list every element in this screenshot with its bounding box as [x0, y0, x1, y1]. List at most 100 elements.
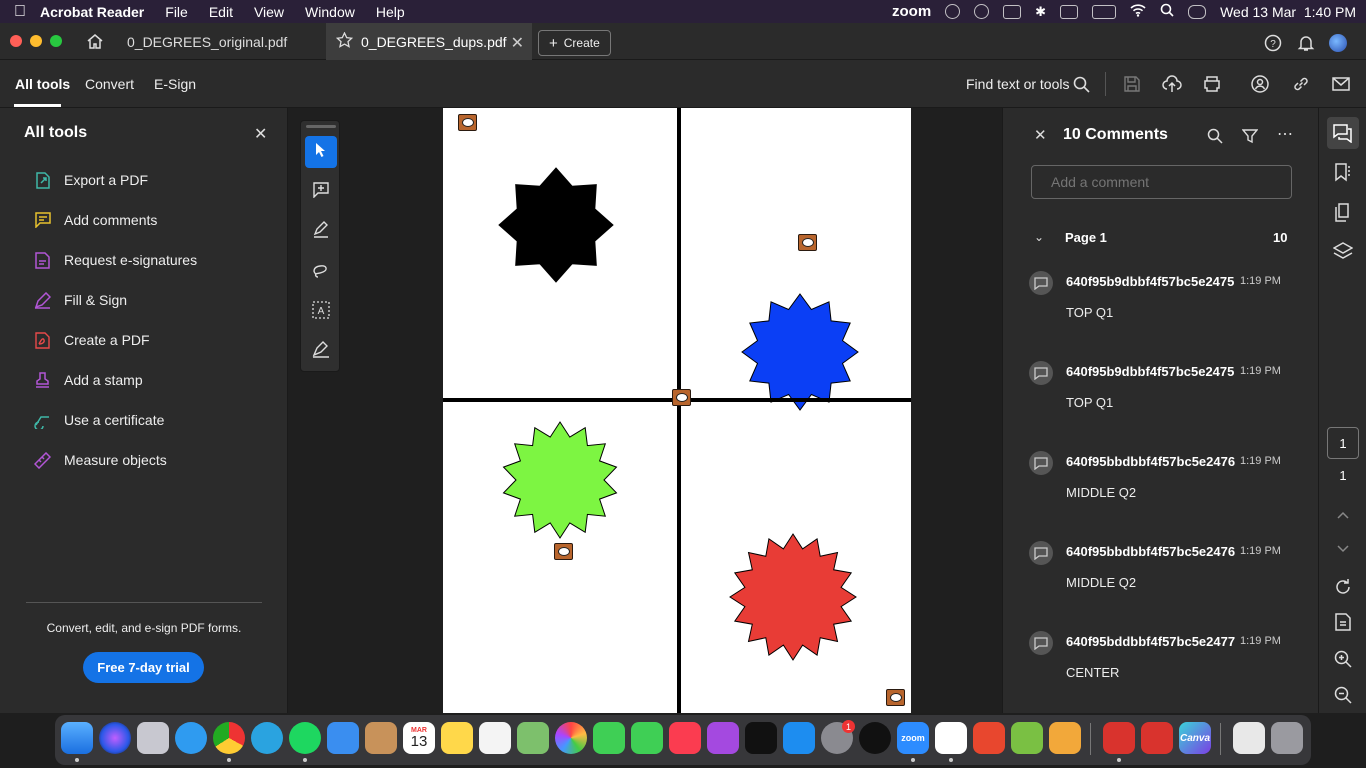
search-icon[interactable]: [1071, 74, 1091, 94]
chevron-down-icon[interactable]: ⌄: [1034, 230, 1044, 244]
share-user-icon[interactable]: [1250, 74, 1270, 94]
wifi-icon[interactable]: [1130, 3, 1146, 20]
tab-all-tools[interactable]: All tools: [15, 76, 70, 92]
calendar-icon[interactable]: MAR 13: [403, 722, 435, 754]
siri-icon[interactable]: [99, 722, 131, 754]
control-center-icon[interactable]: [1188, 4, 1207, 19]
spotify-icon[interactable]: [289, 722, 321, 754]
create-button[interactable]: + Create: [538, 30, 611, 56]
comment-marker[interactable]: [554, 543, 573, 560]
menu-app-name[interactable]: Acrobat Reader: [40, 4, 144, 20]
acrobat-icon[interactable]: [1141, 722, 1173, 754]
safari-icon[interactable]: [175, 722, 207, 754]
spotlight-search-icon[interactable]: [1160, 3, 1174, 20]
airplay-icon[interactable]: [1003, 4, 1022, 19]
comments-page-label[interactable]: Page 1: [1065, 230, 1107, 245]
highlight-tool-button[interactable]: [305, 216, 337, 248]
p-app-icon[interactable]: [1011, 722, 1043, 754]
bookmarks-icon[interactable]: [1333, 162, 1353, 182]
menu-window[interactable]: Window: [305, 4, 355, 20]
zoom-status-label[interactable]: zoom: [892, 3, 931, 20]
free-trial-button[interactable]: Free 7-day trial: [83, 652, 204, 683]
more-options-icon[interactable]: ⋯: [1276, 125, 1294, 143]
finder-icon[interactable]: [61, 722, 93, 754]
comment-marker[interactable]: [798, 234, 817, 251]
close-panel-icon[interactable]: ✕: [254, 124, 267, 144]
trash-icon[interactable]: [1271, 722, 1303, 754]
tab-original-pdf[interactable]: 0_DEGREES_original.pdf: [116, 23, 326, 60]
slack-icon[interactable]: [935, 722, 967, 754]
zoom-out-icon[interactable]: [1333, 685, 1353, 705]
tool-measure-objects[interactable]: Measure objects: [34, 450, 167, 470]
chevron-down-icon[interactable]: [1333, 539, 1353, 559]
music-icon[interactable]: [669, 722, 701, 754]
page-fit-icon[interactable]: [1333, 612, 1353, 632]
downloads-stack-icon[interactable]: [1233, 722, 1265, 754]
pdf-page[interactable]: [443, 108, 911, 713]
menu-help[interactable]: Help: [376, 4, 405, 20]
email-icon[interactable]: [1331, 74, 1351, 94]
tool-create-pdf[interactable]: Create a PDF: [34, 330, 150, 350]
t-app-icon[interactable]: [973, 722, 1005, 754]
upload-cloud-icon[interactable]: [1162, 74, 1182, 94]
comments-rail-icon[interactable]: [1333, 123, 1353, 143]
zoom-app-icon[interactable]: zoom: [897, 722, 929, 754]
comment-marker[interactable]: [886, 689, 905, 706]
tab-esign[interactable]: E-Sign: [154, 76, 196, 92]
current-page-field[interactable]: 1: [1327, 427, 1359, 459]
acrobat-reader-icon[interactable]: [1103, 722, 1135, 754]
select-tool-button[interactable]: [305, 136, 337, 168]
mail-icon[interactable]: [327, 722, 359, 754]
notifications-bell-icon[interactable]: [1297, 34, 1315, 57]
notes-icon[interactable]: [441, 722, 473, 754]
canva-icon[interactable]: Canva: [1179, 722, 1211, 754]
s-app-icon[interactable]: [1049, 722, 1081, 754]
tab-convert[interactable]: Convert: [85, 76, 134, 92]
photos-icon[interactable]: [555, 722, 587, 754]
app-store-icon[interactable]: [783, 722, 815, 754]
print-icon[interactable]: [1202, 74, 1222, 94]
comment-item[interactable]: 640f95b9dbbf4f57bc5e2475 1:19 PM TOP Q1: [1029, 271, 1309, 351]
star-icon[interactable]: [335, 31, 354, 51]
tool-use-certificate[interactable]: Use a certificate: [34, 410, 164, 430]
rotate-icon[interactable]: [1333, 577, 1353, 597]
draw-tool-button[interactable]: [305, 256, 337, 288]
apple-menu-icon[interactable]: : [0, 3, 40, 21]
sign-tool-button[interactable]: [305, 336, 337, 368]
menu-view[interactable]: View: [254, 4, 284, 20]
drag-handle[interactable]: [306, 125, 336, 128]
link-icon[interactable]: [1291, 74, 1311, 94]
tool-add-stamp[interactable]: Add a stamp: [34, 370, 143, 390]
tool-request-esignatures[interactable]: Request e-signatures: [34, 250, 197, 270]
zoom-in-icon[interactable]: [1333, 649, 1353, 669]
telegram-icon[interactable]: [251, 722, 283, 754]
comment-item[interactable]: 640f95b9dbbf4f57bc5e2475 1:19 PM TOP Q1: [1029, 361, 1309, 441]
filter-icon[interactable]: [1241, 127, 1259, 145]
home-icon[interactable]: [86, 33, 104, 55]
user-avatar[interactable]: [1329, 34, 1347, 52]
find-text-label[interactable]: Find text or tools: [966, 76, 1070, 92]
comment-marker[interactable]: [672, 389, 691, 406]
layers-icon[interactable]: [1333, 241, 1353, 261]
reminders-icon[interactable]: [479, 722, 511, 754]
window-zoom-button[interactable]: [50, 35, 62, 47]
battery-icon[interactable]: [1092, 4, 1117, 19]
menubar-datetime[interactable]: Wed 13 Mar 1:40 PM: [1220, 4, 1356, 20]
maps-icon[interactable]: [517, 722, 549, 754]
keyboard-icon[interactable]: [1060, 4, 1079, 19]
tool-add-comments[interactable]: Add comments: [34, 210, 157, 230]
add-comment-tool-button[interactable]: [305, 176, 337, 208]
comment-marker[interactable]: [458, 114, 477, 131]
save-icon[interactable]: [1122, 74, 1142, 94]
apple-tv-icon[interactable]: [745, 722, 777, 754]
help-icon[interactable]: ?: [1264, 34, 1282, 57]
facetime-icon[interactable]: [631, 722, 663, 754]
tab-dups-pdf[interactable]: 0_DEGREES_dups.pdf ✕: [326, 23, 532, 60]
bluetooth-icon[interactable]: ✱: [1035, 4, 1046, 20]
contacts-icon[interactable]: [365, 722, 397, 754]
messages-icon[interactable]: [593, 722, 625, 754]
record-icon[interactable]: [974, 4, 990, 19]
window-minimize-button[interactable]: [30, 35, 42, 47]
chrome-icon[interactable]: [213, 722, 245, 754]
creative-cloud-icon[interactable]: [945, 4, 961, 19]
